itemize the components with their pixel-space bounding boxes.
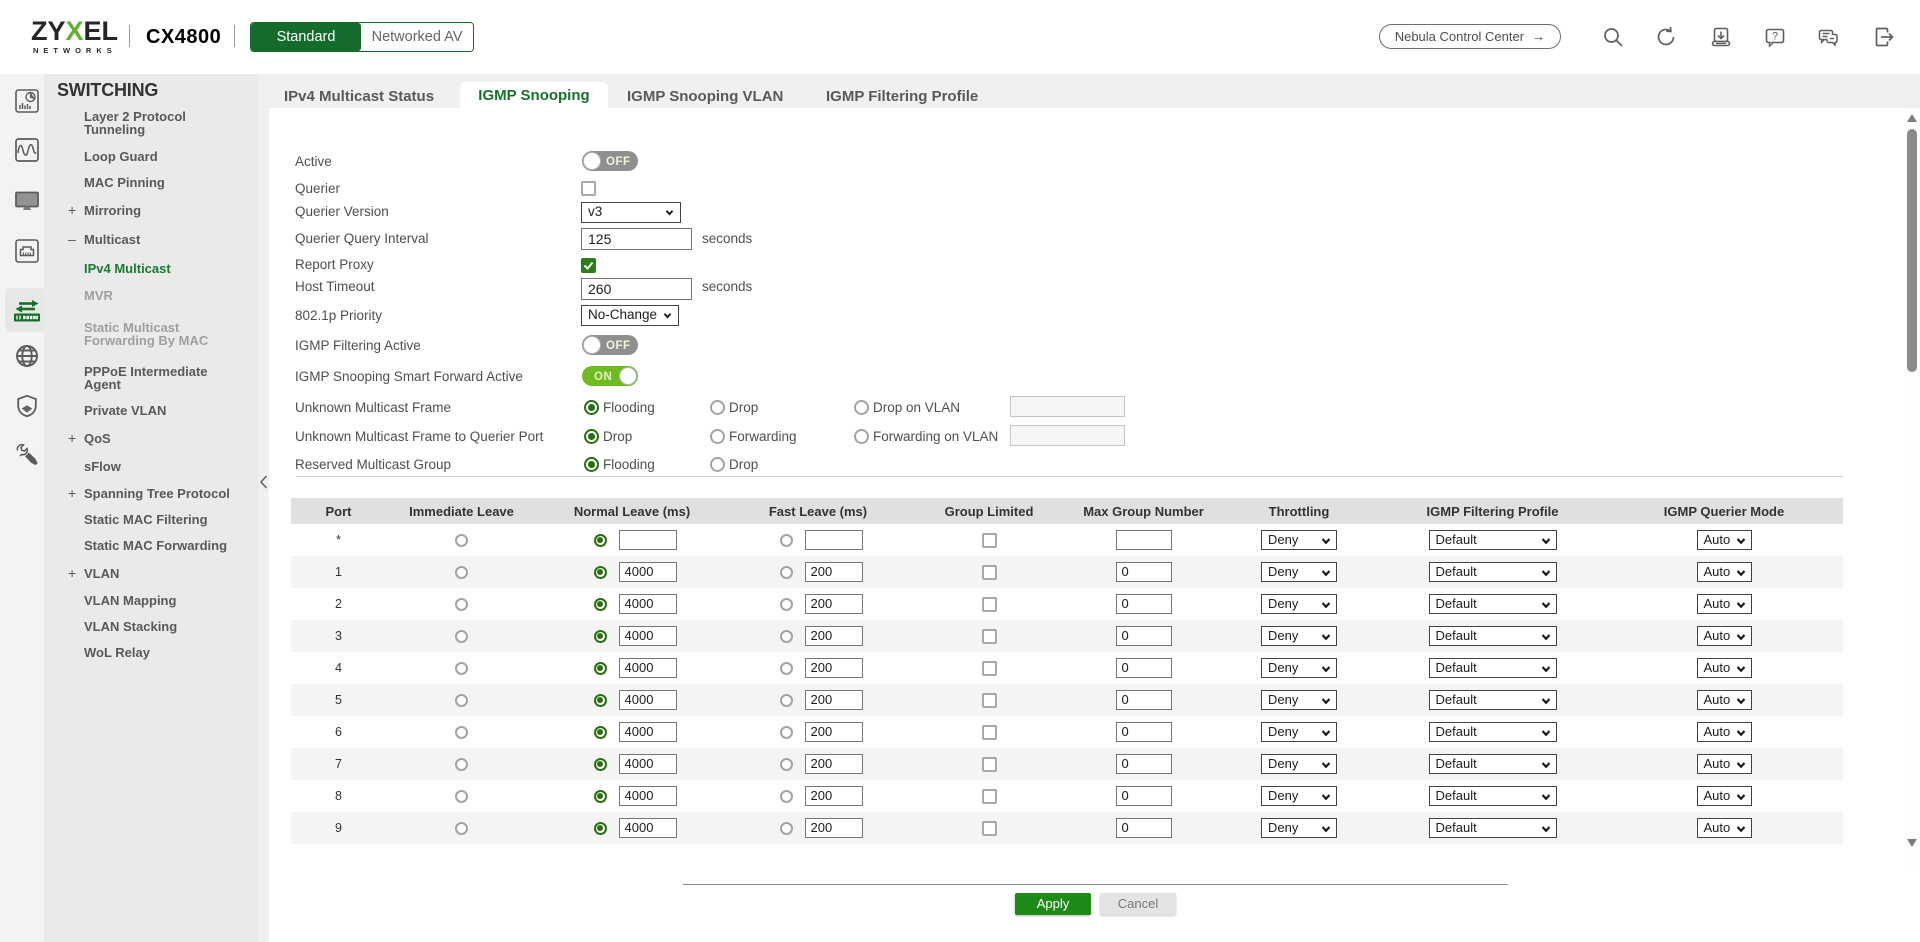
- svg-text:?: ?: [1772, 31, 1778, 43]
